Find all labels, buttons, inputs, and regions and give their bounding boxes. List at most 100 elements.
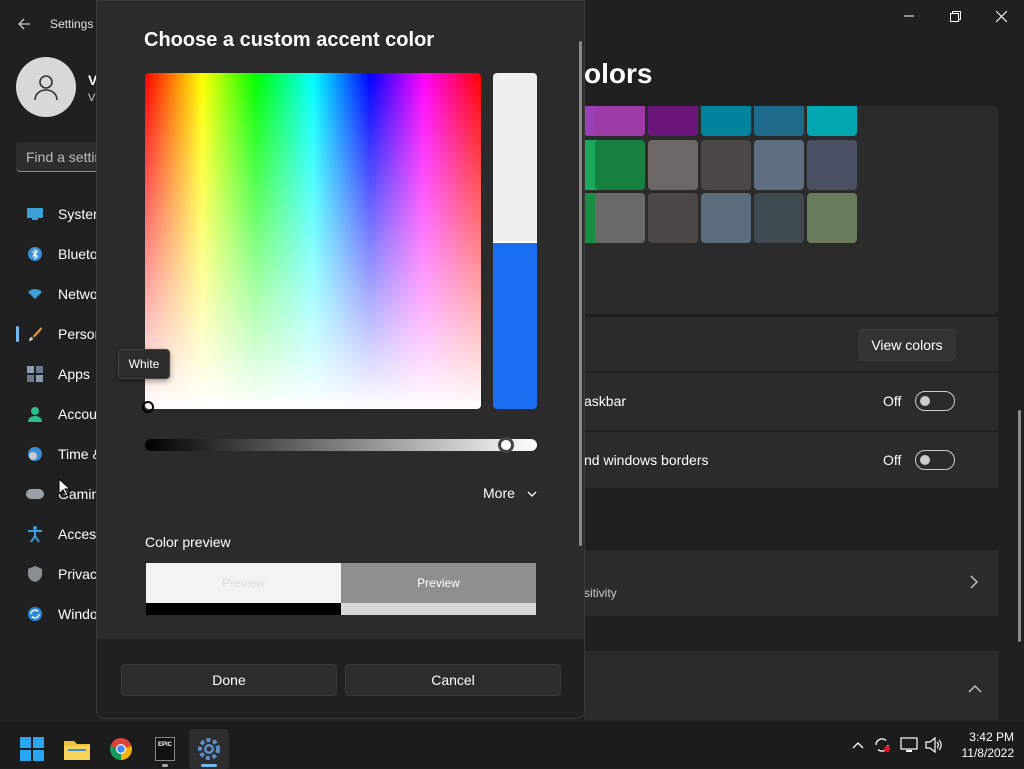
folder-icon <box>64 741 90 760</box>
dialog-scrollbar[interactable] <box>579 41 582 546</box>
gamepad-icon <box>26 485 44 503</box>
accent-color-swatch[interactable] <box>754 140 804 190</box>
running-indicator <box>162 764 168 767</box>
accent-color-swatch[interactable] <box>701 106 751 136</box>
sidebar-item-accessibility[interactable]: Accessibility <box>16 517 106 551</box>
taskbar: EPIC 3:42 PM 11/8/2022 <box>0 720 1024 769</box>
accent-color-swatch[interactable] <box>648 140 698 190</box>
chevron-up-icon[interactable] <box>847 734 869 756</box>
sidebar-item-system[interactable]: System <box>16 197 106 231</box>
accent-color-swatch[interactable] <box>807 193 857 243</box>
taskbar-clock[interactable]: 3:42 PM 11/8/2022 <box>948 729 1015 761</box>
taskbar-accent-state: Off <box>883 393 902 409</box>
epic-games-label: EPIC <box>157 742 172 748</box>
more-label: More <box>483 485 515 501</box>
settings-window: Settings V V Find a setting System Bluet… <box>0 0 1024 720</box>
arrow-left-icon[interactable] <box>12 12 36 36</box>
clock-globe-icon <box>26 445 44 463</box>
active-indicator <box>201 764 217 767</box>
borders-accent-state: Off <box>883 452 902 468</box>
file-explorer-button[interactable] <box>57 729 97 769</box>
chevron-up-icon[interactable] <box>968 680 982 696</box>
color-compare-swatch <box>493 73 537 409</box>
preview-dark-strip <box>146 603 341 615</box>
sidebar-item-privacy[interactable]: Privacy & security <box>16 557 106 591</box>
more-button[interactable]: More <box>483 485 537 501</box>
current-color-swatch <box>493 73 537 241</box>
sidebar-item-bluetooth[interactable]: Bluetooth & devices <box>16 237 106 271</box>
accent-color-swatch[interactable] <box>807 140 857 190</box>
accent-color-swatch[interactable] <box>595 140 645 190</box>
chevron-right-icon <box>970 575 978 592</box>
contrast-themes-row[interactable] <box>584 550 998 616</box>
dialog-title: Choose a custom accent color <box>144 29 435 51</box>
value-slider-thumb[interactable] <box>497 437 514 453</box>
account-icon <box>26 405 44 423</box>
windows-logo-icon <box>20 737 44 761</box>
avatar[interactable] <box>16 57 76 117</box>
related-settings-row[interactable] <box>584 651 998 720</box>
borders-accent-toggle[interactable] <box>915 450 955 470</box>
accent-color-swatch[interactable] <box>754 106 804 136</box>
shield-icon <box>26 565 44 583</box>
restore-icon[interactable] <box>932 0 978 32</box>
accent-color-swatch[interactable] <box>807 106 857 136</box>
accent-color-swatch[interactable] <box>648 193 698 243</box>
accent-color-swatch[interactable] <box>648 106 698 136</box>
monitor-icon <box>26 205 44 223</box>
accent-color-swatch[interactable] <box>595 106 645 136</box>
preview-gray-tile: Preview <box>341 563 536 603</box>
sidebar-item-windows-update[interactable]: Windows Update <box>16 597 106 631</box>
settings-taskbar-button[interactable] <box>189 729 229 769</box>
wifi-icon <box>26 285 44 303</box>
contrast-row-label: sitivity <box>584 586 617 600</box>
spectrum-selector-handle[interactable] <box>142 401 154 413</box>
color-tooltip: White <box>118 349 170 379</box>
accent-color-swatch[interactable] <box>701 193 751 243</box>
value-slider-track[interactable] <box>145 439 537 451</box>
gear-icon <box>198 738 220 760</box>
accessibility-icon <box>26 525 44 543</box>
sidebar-item-accounts[interactable]: Accounts <box>16 397 106 431</box>
chevron-down-icon <box>527 491 537 498</box>
epic-games-button[interactable]: EPIC <box>145 729 185 769</box>
sidebar-item-apps[interactable]: Apps <box>16 357 106 391</box>
sidebar-item-label: Apps <box>58 366 90 382</box>
taskbar-accent-toggle[interactable] <box>915 391 955 411</box>
page-scrollbar[interactable] <box>1018 410 1021 642</box>
view-colors-button[interactable]: View colors <box>859 329 955 361</box>
start-button[interactable] <box>12 729 52 769</box>
mouse-pointer-icon <box>58 477 72 503</box>
done-button[interactable]: Done <box>121 664 337 696</box>
clock-date: 11/8/2022 <box>961 746 1015 760</box>
accent-color-swatch[interactable] <box>754 193 804 243</box>
sidebar-item-time-language[interactable]: Time & language <box>16 437 106 471</box>
app-title: Settings <box>50 17 94 31</box>
network-icon[interactable] <box>898 734 920 756</box>
volume-icon[interactable] <box>923 734 945 756</box>
user-email: V <box>88 92 96 104</box>
close-icon[interactable] <box>978 0 1024 32</box>
minimize-icon[interactable] <box>886 0 932 32</box>
chrome-icon <box>110 738 132 760</box>
selected-color-swatch <box>493 241 537 409</box>
epic-games-icon: EPIC <box>155 737 175 761</box>
clock-time: 3:42 PM <box>969 730 1014 744</box>
color-spectrum[interactable] <box>145 73 481 409</box>
sidebar-item-network[interactable]: Network & internet <box>16 277 106 311</box>
borders-accent-label: nd windows borders <box>584 452 709 468</box>
update-icon <box>26 605 44 623</box>
accent-color-swatch[interactable] <box>701 140 751 190</box>
sidebar-item-personalization[interactable]: Personalization <box>16 317 106 351</box>
accent-color-swatch[interactable] <box>595 193 645 243</box>
sync-icon[interactable] <box>871 734 893 756</box>
cancel-button[interactable]: Cancel <box>345 664 561 696</box>
search-input[interactable]: Find a setting <box>16 142 106 172</box>
taskbar-accent-label: askbar <box>584 393 627 409</box>
color-preview-panel: Preview Preview <box>146 563 536 615</box>
apps-icon <box>26 365 44 383</box>
chrome-button[interactable] <box>101 729 141 769</box>
bluetooth-icon <box>26 245 44 263</box>
page-title: olors <box>584 58 653 89</box>
accent-swatch-grid <box>584 106 998 314</box>
